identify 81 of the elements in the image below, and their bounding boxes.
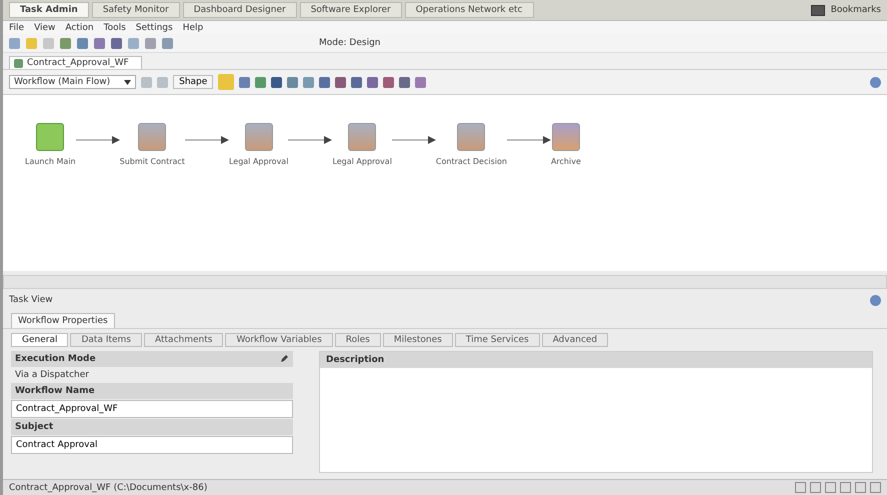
properties-subtab[interactable]: Data Items — [70, 333, 142, 347]
toolbar-icon[interactable] — [287, 76, 298, 88]
app-tab[interactable]: Software Explorer — [300, 2, 402, 18]
status-icon[interactable] — [855, 482, 866, 493]
horizontal-scrollbar[interactable] — [3, 275, 887, 289]
status-icon[interactable] — [870, 482, 881, 493]
toolbar-icon[interactable] — [60, 38, 71, 48]
node-label: Legal Approval — [228, 157, 288, 166]
bookmark-icon[interactable] — [810, 4, 825, 16]
app-tab[interactable]: Operations Network etc — [404, 2, 534, 18]
menu-item[interactable]: Tools — [104, 22, 126, 32]
toolbar-icon[interactable] — [415, 76, 426, 88]
properties-subtab[interactable]: Attachments — [144, 333, 224, 347]
connector-arrow — [184, 135, 229, 145]
bookmarks-label[interactable]: Bookmarks — [830, 5, 881, 15]
properties-tab[interactable]: Workflow Properties — [11, 313, 115, 328]
document-tab[interactable]: Contract_Approval_WF — [9, 56, 142, 69]
toolbar-icon[interactable] — [239, 76, 250, 88]
node-label: Archive — [550, 157, 581, 166]
status-icon[interactable] — [825, 482, 836, 493]
workflow-dropdown[interactable]: Workflow (Main Flow) — [9, 75, 136, 89]
task-node-icon[interactable] — [138, 123, 166, 151]
node-label: Submit Contract — [120, 157, 185, 166]
connector-arrow — [392, 135, 436, 145]
properties-subtab[interactable]: Milestones — [382, 333, 453, 347]
end-node-icon[interactable] — [552, 123, 580, 151]
menu-item[interactable]: Action — [65, 22, 94, 32]
connector-arrow — [506, 135, 551, 145]
menu-item[interactable]: Help — [182, 22, 204, 32]
shape-button[interactable]: Shape — [173, 75, 214, 89]
properties-subtab[interactable]: Advanced — [542, 333, 608, 347]
properties-subtab[interactable]: Workflow Variables — [225, 333, 333, 347]
input-field[interactable]: Contract_Approval_WF — [11, 400, 293, 418]
description-field[interactable] — [320, 368, 872, 472]
status-icon[interactable] — [795, 482, 806, 493]
pencil-icon[interactable] — [280, 354, 289, 363]
app-tab[interactable]: Dashboard Designer — [182, 2, 297, 18]
toolbar-icon[interactable] — [94, 38, 105, 48]
toolbar-icon[interactable] — [319, 76, 330, 88]
field-label: Execution Mode — [15, 354, 96, 364]
field-label: Workflow Name — [15, 386, 95, 396]
properties-subtab[interactable]: Roles — [334, 333, 381, 347]
toolbar-icon[interactable] — [111, 38, 122, 48]
panel-title: Task View — [9, 295, 53, 305]
properties-subtab[interactable]: General — [11, 333, 68, 347]
toolbar-icon[interactable] — [351, 76, 362, 88]
toolbar-icon[interactable] — [383, 76, 394, 88]
toolbar-icon[interactable] — [367, 76, 378, 88]
node-label: Contract Decision — [436, 157, 507, 166]
node-label: Legal Approval — [332, 157, 392, 166]
task-node-icon[interactable] — [244, 123, 273, 151]
connector-arrow — [288, 135, 332, 145]
toolbar-icon[interactable] — [162, 38, 173, 48]
task-node-icon[interactable] — [457, 123, 486, 151]
connector-arrow — [76, 135, 120, 145]
description-label: Description — [326, 355, 384, 365]
properties-subtab[interactable]: Time Services — [454, 333, 540, 347]
toolbar-icon[interactable] — [399, 76, 410, 88]
app-tab[interactable]: Task Admin — [9, 2, 89, 18]
input-field[interactable]: Contract Approval — [11, 436, 293, 454]
toolbar-icon[interactable] — [271, 76, 282, 88]
toolbar-icon[interactable] — [255, 76, 266, 88]
start-node-icon[interactable] — [36, 123, 64, 151]
app-tab[interactable]: Safety Monitor — [92, 2, 180, 18]
menu-item[interactable]: Settings — [136, 22, 173, 32]
menu-item[interactable]: File — [9, 22, 24, 32]
toolbar-icon[interactable] — [77, 38, 88, 48]
caret-icon — [124, 80, 132, 84]
status-icon[interactable] — [810, 482, 821, 493]
toolbar-icon[interactable] — [303, 76, 314, 88]
toolbar-icon[interactable] — [335, 76, 346, 88]
status-text: Contract_Approval_WF (C:\Documents\x-86) — [9, 482, 208, 492]
help-icon[interactable] — [870, 294, 881, 306]
field-label: Subject — [15, 422, 54, 432]
node-label: Launch Main — [25, 157, 76, 166]
status-icon[interactable] — [840, 482, 851, 493]
workflow-icon — [14, 58, 23, 68]
menu-item[interactable]: View — [34, 22, 56, 32]
mode-label: Mode: Design — [319, 38, 380, 48]
help-icon[interactable] — [870, 76, 881, 88]
task-node-icon[interactable] — [348, 123, 376, 151]
